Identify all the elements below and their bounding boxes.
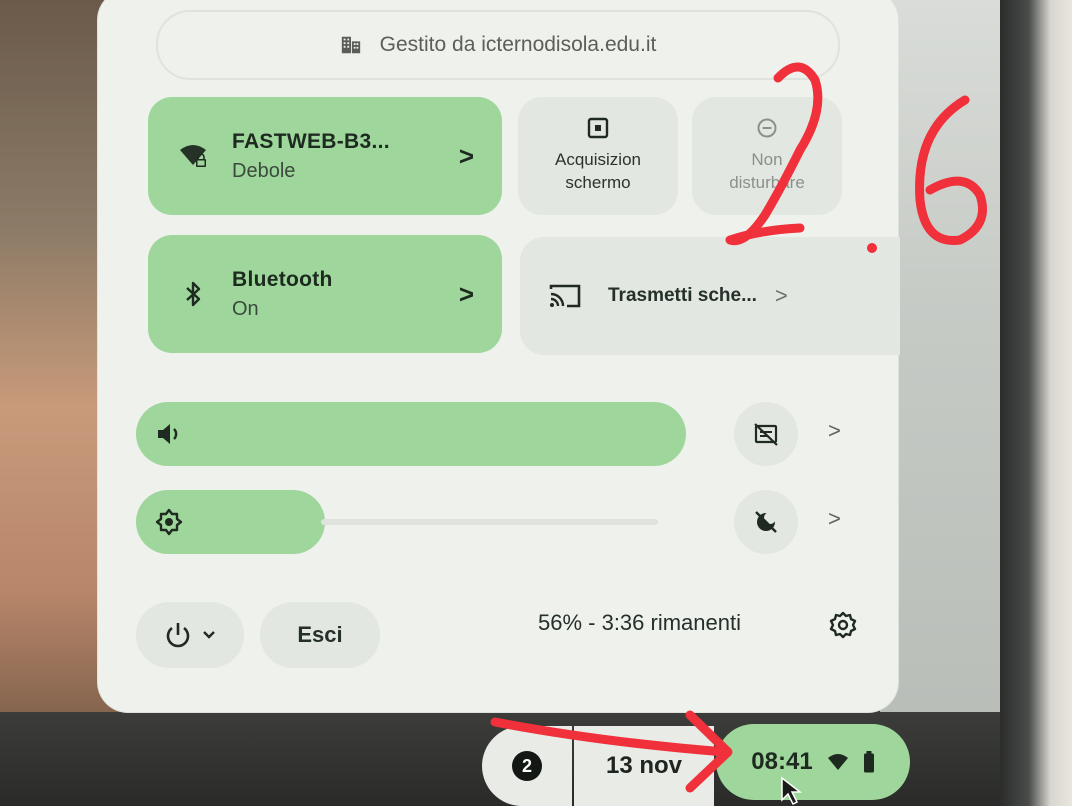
volume-slider[interactable] <box>136 402 686 466</box>
brightness-slider-fill[interactable] <box>136 490 325 554</box>
audio-settings-icon <box>753 421 779 447</box>
night-light-off-icon <box>753 509 779 535</box>
wifi-status: Debole <box>232 159 296 182</box>
power-menu-button[interactable] <box>136 602 244 668</box>
brightness-slider-track[interactable] <box>321 519 658 525</box>
device-bezel <box>1000 0 1072 806</box>
quick-settings-panel: Gestito da icternodisola.edu.it FASTWEB-… <box>98 0 900 712</box>
brightness-icon <box>154 507 184 537</box>
volume-slider-fill[interactable] <box>136 402 686 466</box>
managed-by-banner[interactable]: Gestito da icternodisola.edu.it <box>156 10 840 80</box>
night-light-button[interactable] <box>734 490 798 554</box>
do-not-disturb-icon <box>756 117 778 139</box>
bluetooth-label: Bluetooth <box>232 267 333 291</box>
wifi-icon <box>827 752 849 772</box>
building-icon <box>340 34 362 56</box>
cast-icon <box>548 283 582 309</box>
power-icon <box>163 620 193 650</box>
wifi-lock-icon <box>178 141 208 171</box>
chevron-down-icon <box>201 627 217 643</box>
managed-by-text: Gestito da icternodisola.edu.it <box>379 33 657 56</box>
screen-capture-label-1: Acquisizion <box>555 150 641 170</box>
bluetooth-icon <box>178 279 208 309</box>
cast-chevron[interactable]: > <box>775 283 788 309</box>
do-not-disturb-tile[interactable]: Non disturbare <box>692 97 842 215</box>
sign-out-button[interactable]: Esci <box>260 602 380 668</box>
bluetooth-status: On <box>232 297 259 320</box>
mouse-cursor <box>780 776 804 806</box>
screen-capture-icon <box>587 117 609 139</box>
battery-status-text: 56% - 3:36 rimanenti <box>538 610 741 635</box>
do-not-disturb-label-1: Non <box>751 150 783 170</box>
wifi-details-chevron[interactable]: > <box>459 141 474 172</box>
notification-badge: 2 <box>512 751 542 781</box>
wifi-network-name: FASTWEB-B3... <box>232 129 390 153</box>
night-light-chevron[interactable]: > <box>828 506 841 532</box>
notification-counter[interactable]: 2 <box>482 726 572 806</box>
bluetooth-details-chevron[interactable]: > <box>459 279 474 310</box>
screen-capture-tile[interactable]: Acquisizion schermo <box>518 97 678 215</box>
screen-capture-label-2: schermo <box>565 173 631 192</box>
audio-details-chevron[interactable]: > <box>828 418 841 444</box>
shelf-date[interactable]: 13 nov <box>574 726 714 806</box>
settings-button[interactable] <box>808 590 878 660</box>
gear-icon <box>828 610 858 640</box>
battery-icon <box>863 751 875 773</box>
wifi-tile[interactable]: FASTWEB-B3... Debole > <box>148 97 502 215</box>
cast-screen-tile[interactable]: Trasmetti sche... > <box>520 237 900 355</box>
status-area-button[interactable]: 08:41 <box>716 724 910 800</box>
cast-label: Trasmetti sche... <box>608 285 757 306</box>
do-not-disturb-label-2: disturbare <box>729 173 805 192</box>
audio-settings-button[interactable] <box>734 402 798 466</box>
shelf-time: 08:41 <box>751 748 813 775</box>
volume-icon <box>154 419 184 449</box>
bluetooth-tile[interactable]: Bluetooth On > <box>148 235 502 353</box>
